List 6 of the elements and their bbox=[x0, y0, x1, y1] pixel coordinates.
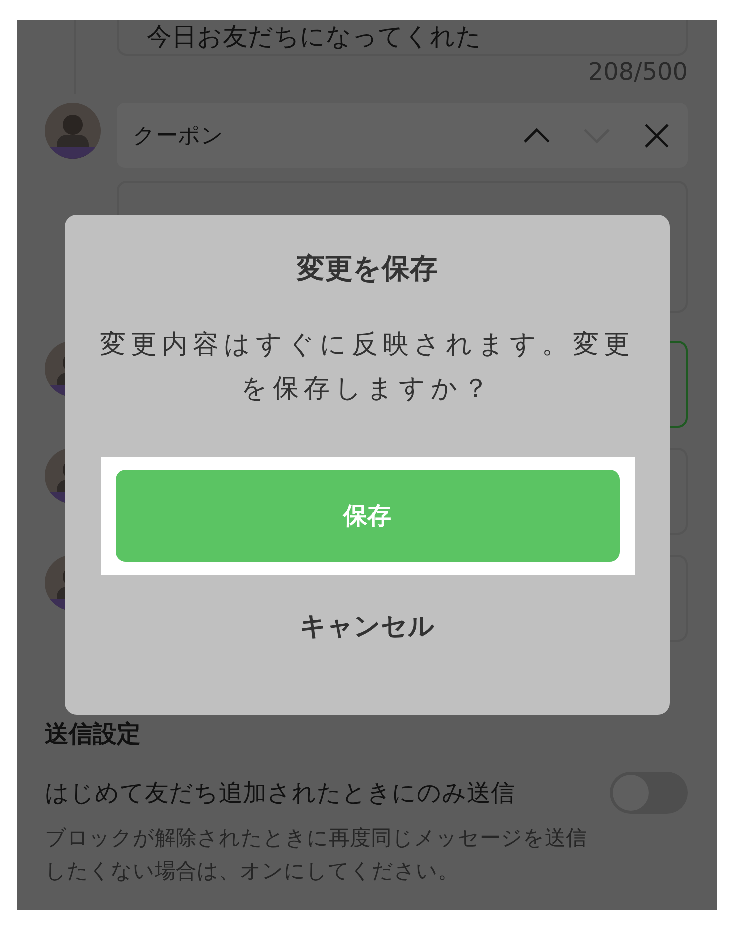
coupon-label: クーポン bbox=[133, 122, 225, 150]
message-text: 今日お友だちになってくれた bbox=[147, 22, 482, 52]
dialog-title: 変更を保存 bbox=[297, 251, 438, 287]
dialog-message: 変更内容はすぐに反映されます。変更を保存しますか？ bbox=[99, 329, 636, 406]
option-label: はじめて友だち追加されたときにのみ送信 bbox=[45, 778, 515, 809]
section-heading: 送信設定 bbox=[45, 719, 142, 750]
